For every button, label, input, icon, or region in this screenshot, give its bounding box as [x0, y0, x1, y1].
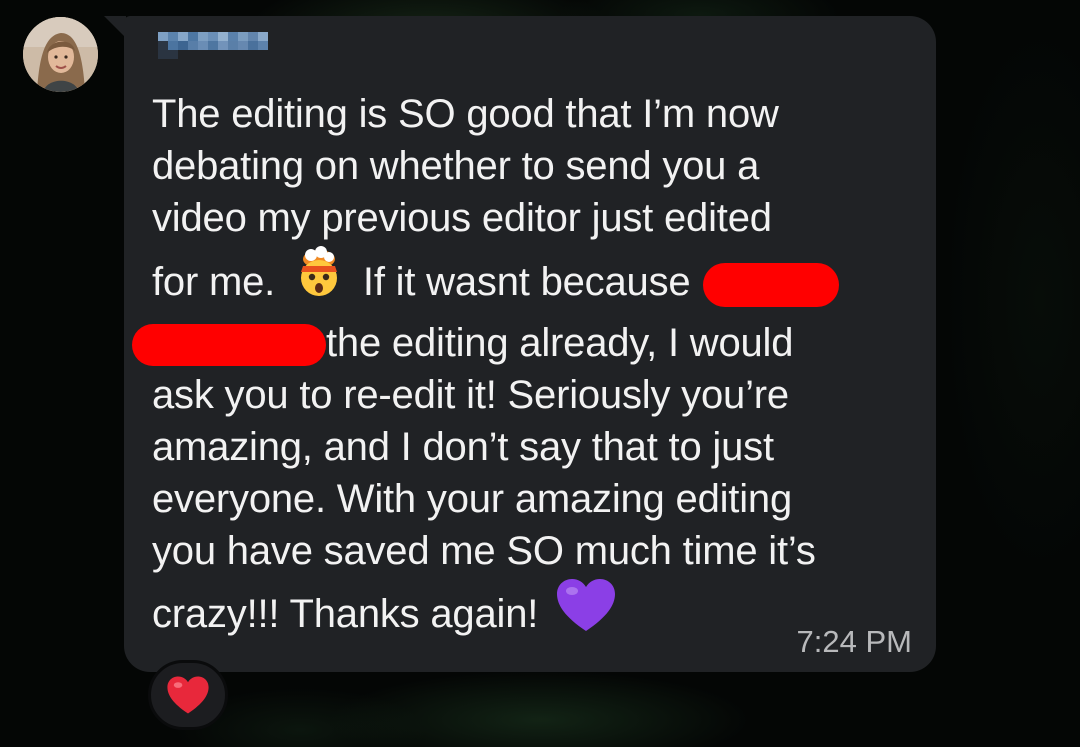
- sender-avatar[interactable]: [23, 17, 98, 92]
- redaction-mark: [703, 262, 840, 307]
- reaction-badge[interactable]: [148, 660, 228, 730]
- message-fragment: If it wasnt because: [362, 260, 691, 305]
- message-fragment: for me.: [152, 260, 276, 305]
- bubble-tail: [104, 16, 126, 38]
- message-line: ask you to re-edit it! Seriously you’re: [152, 373, 789, 417]
- message-fragment: the editing already, I would: [326, 321, 794, 365]
- sender-name-redacted: [158, 32, 276, 59]
- message-fragment: crazy!!! Thanks again!: [152, 592, 539, 637]
- message-text: The editing is SO good that I’m now deba…: [132, 88, 892, 646]
- message-timestamp: 7:24 PM: [796, 624, 912, 659]
- message-line-with-emoji: crazy!!! Thanks again!: [152, 579, 892, 646]
- message-bubble[interactable]: The editing is SO good that I’m now deba…: [124, 16, 936, 672]
- message-line-with-emoji: for me. If it wasnt because: [152, 246, 892, 313]
- message-line: video my previous editor just edited: [152, 196, 772, 240]
- message-line: debating on whether to send you a: [152, 144, 760, 188]
- message-line: amazing, and I don’t say that to just: [152, 425, 774, 469]
- redaction-mark: [132, 324, 326, 367]
- purple-heart-emoji: [555, 577, 617, 646]
- message-line: The editing is SO good that I’m now: [152, 92, 779, 136]
- message-line: you have saved me SO much time it’s: [152, 529, 816, 573]
- avatar-photo: [23, 17, 98, 92]
- red-heart-icon: [167, 676, 209, 714]
- message-line: everyone. With your amazing editing: [152, 477, 792, 521]
- exploding-head-emoji: [292, 246, 346, 313]
- message-line: the editing already, I would: [132, 317, 892, 369]
